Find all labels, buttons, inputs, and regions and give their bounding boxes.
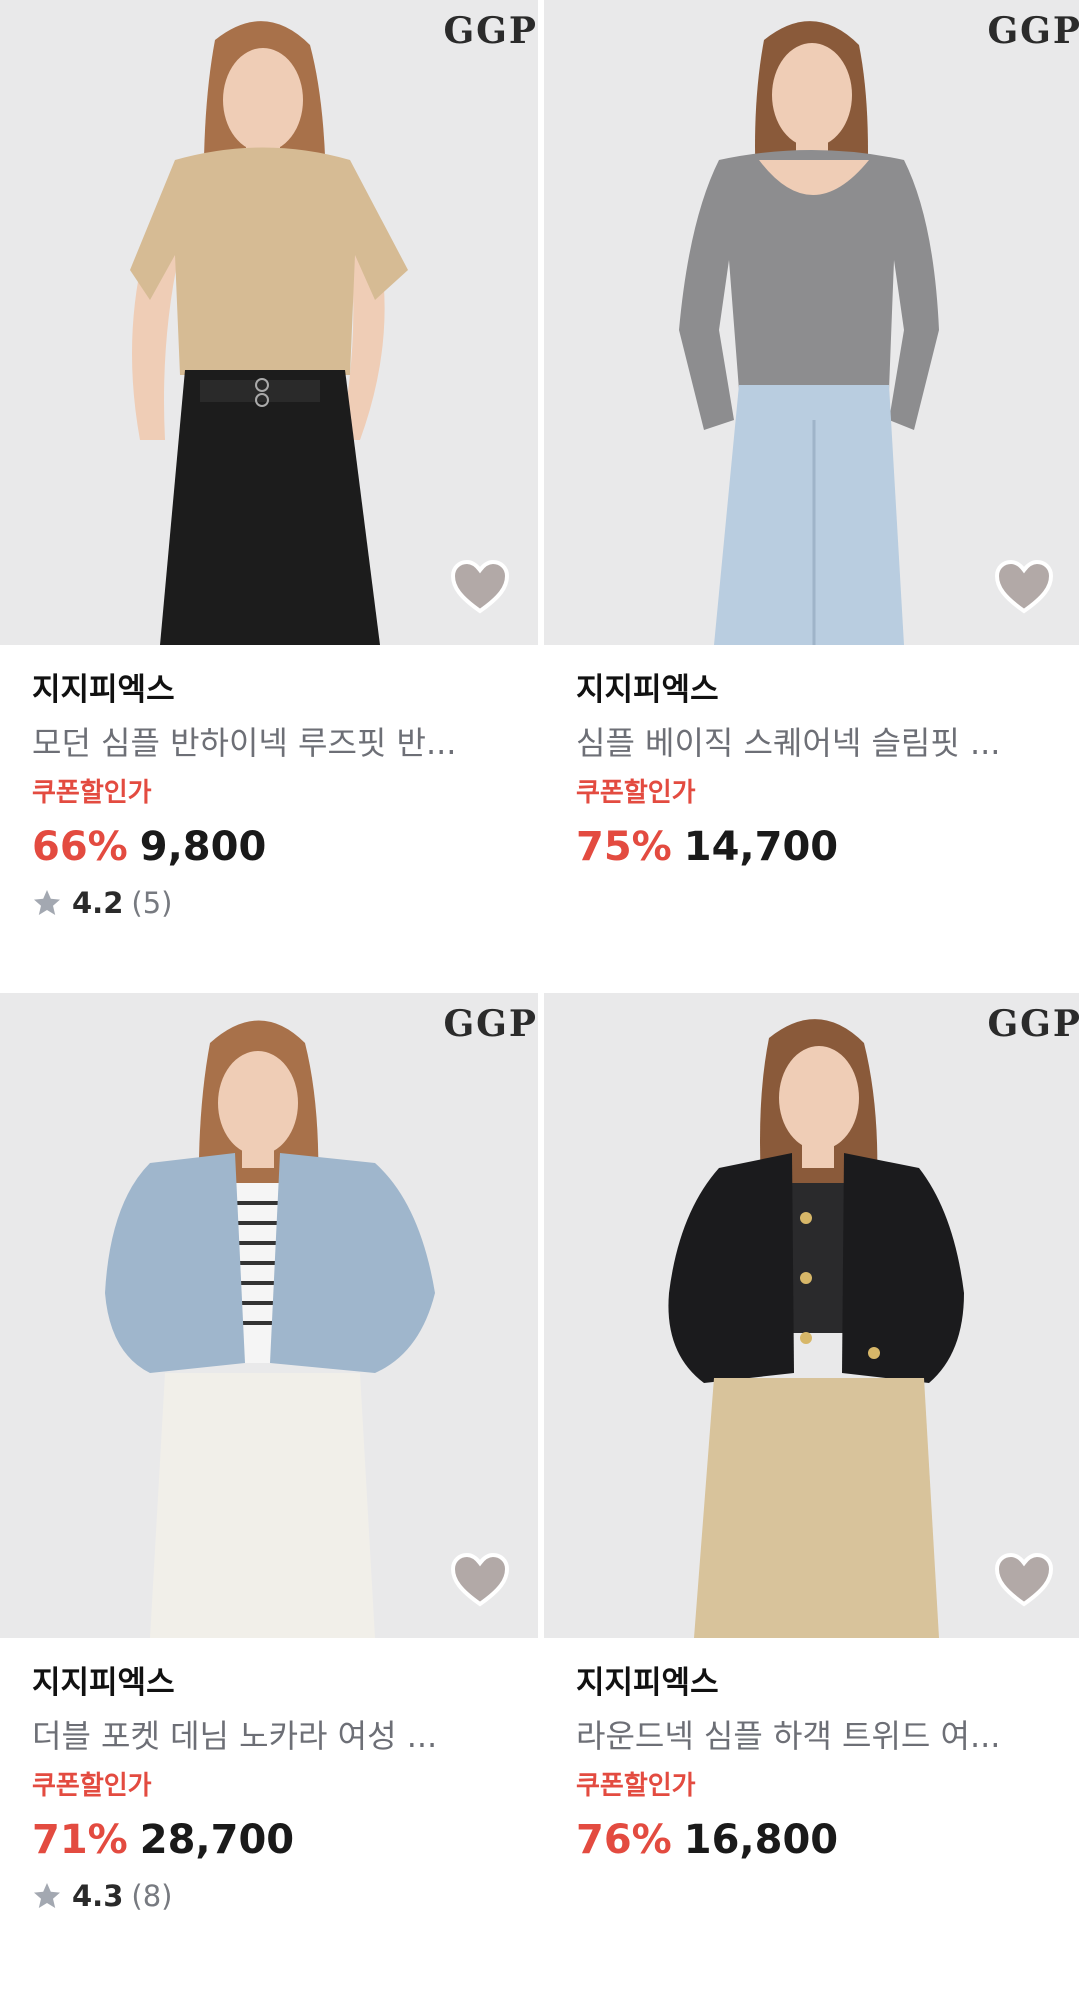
product-photo-illustration [0,993,538,1638]
product-name[interactable]: 모던 심플 반하이넥 루즈핏 반... [32,722,512,764]
coupon-price-label: 쿠폰할인가 [32,778,152,808]
product-image[interactable]: GGP [0,993,538,1638]
price-row: 66% 9,800 [32,822,532,872]
heart-icon[interactable] [994,559,1054,615]
coupon-price-label: 쿠폰할인가 [576,1771,696,1801]
product-image[interactable]: GGP [544,0,1079,645]
product-image[interactable]: GGP [0,0,538,645]
heart-icon[interactable] [450,1552,510,1608]
heart-icon[interactable] [994,1552,1054,1608]
product-info: 지지피엑스 심플 베이직 스퀘어넥 슬림핏 ... 쿠폰할인가 75% 14,70… [576,670,1076,872]
discount-rate: 75% [576,824,672,870]
rating-score: 4.2 [72,886,124,920]
rating-row: 4.2 (5) [32,884,532,922]
product-info: 지지피엑스 더블 포켓 데님 노카라 여성 ... 쿠폰할인가 71% 28,70… [32,1663,532,1915]
coupon-price-label: 쿠폰할인가 [32,1771,152,1801]
product-card[interactable]: GGP 지지피엑스 심플 베이직 스퀘어넥 슬림핏 ... 쿠폰할인가 75% 1… [544,0,1079,1000]
product-photo-illustration [0,0,538,645]
rating-row: 4.3 (8) [32,1877,532,1915]
star-icon [34,890,60,915]
product-photo-illustration [544,993,1079,1638]
product-card[interactable]: GGP 지지피엑스 라운드넥 심플 하객 트위드 여... 쿠폰할인가 76% 1… [544,993,1079,1993]
product-photo-illustration [544,0,1079,645]
photo-brand-mark: GGP [987,10,1079,52]
photo-brand-mark: GGP [443,10,538,52]
product-name[interactable]: 심플 베이직 스퀘어넥 슬림핏 ... [576,722,1056,764]
sale-price: 28,700 [139,1817,295,1863]
product-info: 지지피엑스 라운드넥 심플 하객 트위드 여... 쿠폰할인가 76% 16,80… [576,1663,1076,1865]
coupon-price-label: 쿠폰할인가 [576,778,696,808]
sale-price: 9,800 [139,824,267,870]
sale-price: 14,700 [683,824,839,870]
product-card[interactable]: GGP 지지피엑스 모던 심플 반하이넥 루즈핏 반... 쿠폰할인가 66% 9… [0,0,538,1000]
product-grid: GGP 지지피엑스 모던 심플 반하이넥 루즈핏 반... 쿠폰할인가 66% 9… [0,0,1079,1936]
price-row: 75% 14,700 [576,822,1076,872]
product-card[interactable]: GGP 지지피엑스 더블 포켓 데님 노카라 여성 ... 쿠폰할인가 71% 2… [0,993,538,1993]
star-icon [34,1883,60,1908]
brand-name[interactable]: 지지피엑스 [32,1663,532,1703]
review-count: (8) [131,1879,173,1913]
price-row: 71% 28,700 [32,1815,532,1865]
product-info: 지지피엑스 모던 심플 반하이넥 루즈핏 반... 쿠폰할인가 66% 9,800… [32,670,532,922]
rating-score: 4.3 [72,1879,124,1913]
brand-name[interactable]: 지지피엑스 [576,670,1076,710]
discount-rate: 71% [32,1817,128,1863]
discount-rate: 76% [576,1817,672,1863]
discount-rate: 66% [32,824,128,870]
product-image[interactable]: GGP [544,993,1079,1638]
review-count: (5) [131,886,173,920]
heart-icon[interactable] [450,559,510,615]
sale-price: 16,800 [683,1817,839,1863]
brand-name[interactable]: 지지피엑스 [576,1663,1076,1703]
brand-name[interactable]: 지지피엑스 [32,670,532,710]
product-name[interactable]: 라운드넥 심플 하객 트위드 여... [576,1715,1056,1757]
product-name[interactable]: 더블 포켓 데님 노카라 여성 ... [32,1715,512,1757]
photo-brand-mark: GGP [443,1003,538,1045]
photo-brand-mark: GGP [987,1003,1079,1045]
price-row: 76% 16,800 [576,1815,1076,1865]
